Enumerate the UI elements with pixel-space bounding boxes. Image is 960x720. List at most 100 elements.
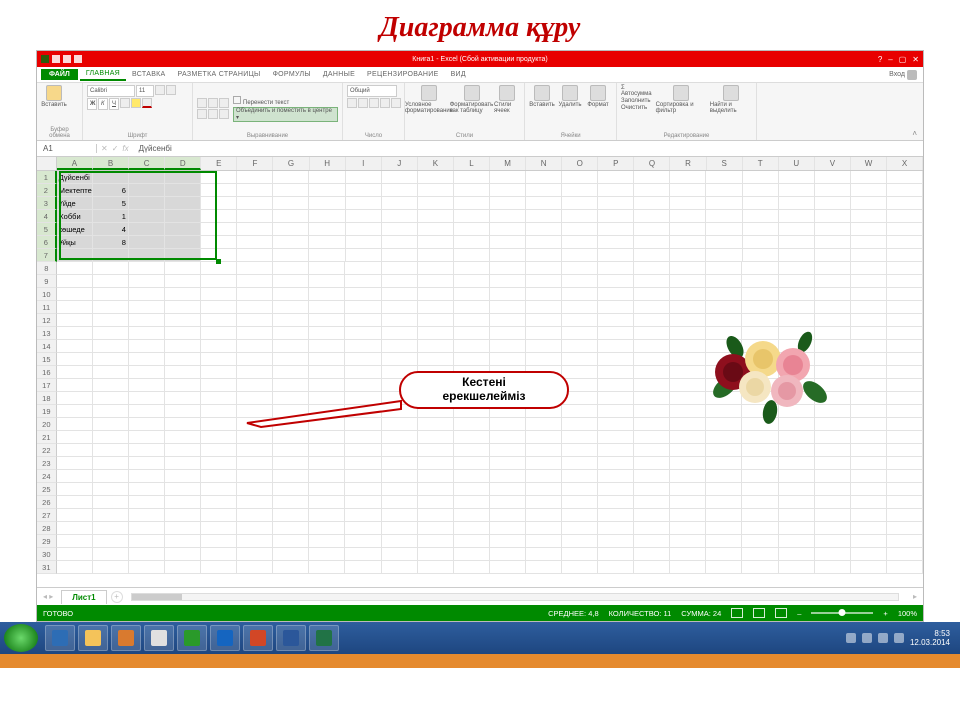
cell[interactable] (165, 418, 201, 431)
cell[interactable] (670, 431, 706, 444)
cell[interactable] (598, 275, 634, 288)
cell[interactable] (851, 509, 887, 522)
cell[interactable] (851, 301, 887, 314)
row-header[interactable]: 15 (37, 353, 57, 366)
cell[interactable] (634, 418, 670, 431)
cell[interactable] (454, 197, 490, 210)
cell[interactable] (526, 184, 562, 197)
row-header[interactable]: 18 (37, 392, 57, 405)
cell[interactable] (57, 444, 93, 457)
cell[interactable] (93, 496, 129, 509)
column-header[interactable]: X (887, 157, 923, 170)
cell[interactable] (165, 522, 201, 535)
taskbar-word[interactable] (276, 625, 306, 651)
cell[interactable] (779, 184, 815, 197)
cell[interactable] (742, 301, 778, 314)
cell[interactable] (129, 314, 165, 327)
cell[interactable] (201, 444, 237, 457)
cell[interactable] (57, 496, 93, 509)
cell[interactable] (634, 470, 670, 483)
cell[interactable] (93, 301, 129, 314)
cell[interactable] (454, 288, 490, 301)
taskbar-ie[interactable] (45, 625, 75, 651)
row-header[interactable]: 24 (37, 470, 57, 483)
cell[interactable] (526, 210, 562, 223)
cell[interactable] (129, 288, 165, 301)
cell[interactable] (382, 236, 418, 249)
cell[interactable] (562, 522, 598, 535)
cell[interactable] (743, 171, 779, 184)
cell[interactable] (706, 457, 742, 470)
cell[interactable] (562, 236, 598, 249)
cell[interactable] (273, 457, 309, 470)
cell[interactable] (201, 431, 237, 444)
cell[interactable] (634, 457, 670, 470)
cell[interactable] (345, 379, 381, 392)
cell[interactable] (779, 444, 815, 457)
cell[interactable] (779, 275, 815, 288)
cell[interactable] (598, 301, 634, 314)
cell[interactable] (345, 457, 381, 470)
cell[interactable] (598, 522, 634, 535)
cell[interactable] (526, 509, 562, 522)
cell[interactable] (815, 535, 851, 548)
cell[interactable] (706, 197, 742, 210)
column-header[interactable]: B (93, 157, 129, 170)
cell[interactable] (165, 275, 201, 288)
cell[interactable] (634, 392, 670, 405)
cell[interactable] (562, 301, 598, 314)
cell[interactable] (887, 379, 923, 392)
cell[interactable] (237, 496, 273, 509)
cell[interactable] (815, 288, 851, 301)
cell[interactable] (851, 340, 887, 353)
cell[interactable] (129, 379, 165, 392)
cell[interactable]: Дүйсенбі (57, 171, 93, 184)
cell[interactable] (418, 236, 454, 249)
cell[interactable] (490, 522, 526, 535)
cell[interactable] (165, 262, 201, 275)
cell[interactable] (815, 522, 851, 535)
cell[interactable] (742, 288, 778, 301)
cell[interactable] (490, 236, 526, 249)
cell[interactable] (670, 457, 706, 470)
taskbar-chrome[interactable] (144, 625, 174, 651)
cell[interactable] (201, 171, 237, 184)
column-header[interactable]: H (310, 157, 346, 170)
cell[interactable] (598, 314, 634, 327)
cell[interactable] (562, 314, 598, 327)
cell[interactable] (851, 262, 887, 275)
cell[interactable] (526, 288, 562, 301)
cell[interactable] (309, 171, 345, 184)
cell[interactable] (93, 340, 129, 353)
cell[interactable] (526, 522, 562, 535)
cell[interactable] (526, 470, 562, 483)
cell[interactable] (887, 197, 923, 210)
cell[interactable] (382, 301, 418, 314)
cell[interactable] (779, 197, 815, 210)
cell[interactable] (418, 184, 454, 197)
cell[interactable] (309, 535, 345, 548)
cell[interactable] (706, 184, 742, 197)
cell[interactable] (851, 548, 887, 561)
cell[interactable] (418, 197, 454, 210)
cell[interactable] (454, 314, 490, 327)
cell[interactable] (490, 353, 526, 366)
cell[interactable] (273, 197, 309, 210)
cell[interactable] (201, 353, 237, 366)
cell[interactable] (273, 210, 309, 223)
conditional-format-button[interactable]: Условное форматирование (409, 85, 449, 114)
cell[interactable] (57, 535, 93, 548)
cell[interactable] (93, 509, 129, 522)
cell[interactable] (418, 496, 454, 509)
cell[interactable] (454, 340, 490, 353)
cell[interactable] (273, 509, 309, 522)
cell[interactable] (201, 301, 237, 314)
cell[interactable] (201, 470, 237, 483)
row-header[interactable]: 21 (37, 431, 57, 444)
cell[interactable] (165, 184, 201, 197)
paste-button[interactable]: Вставить (41, 85, 67, 108)
spreadsheet-grid[interactable]: ABCDEFGHIJKLMNOPQRSTUVWX 1Дүйсенбі2Мекте… (37, 157, 923, 587)
cell[interactable] (129, 392, 165, 405)
zoom-level[interactable]: 100% (898, 609, 917, 618)
cell[interactable] (815, 470, 851, 483)
